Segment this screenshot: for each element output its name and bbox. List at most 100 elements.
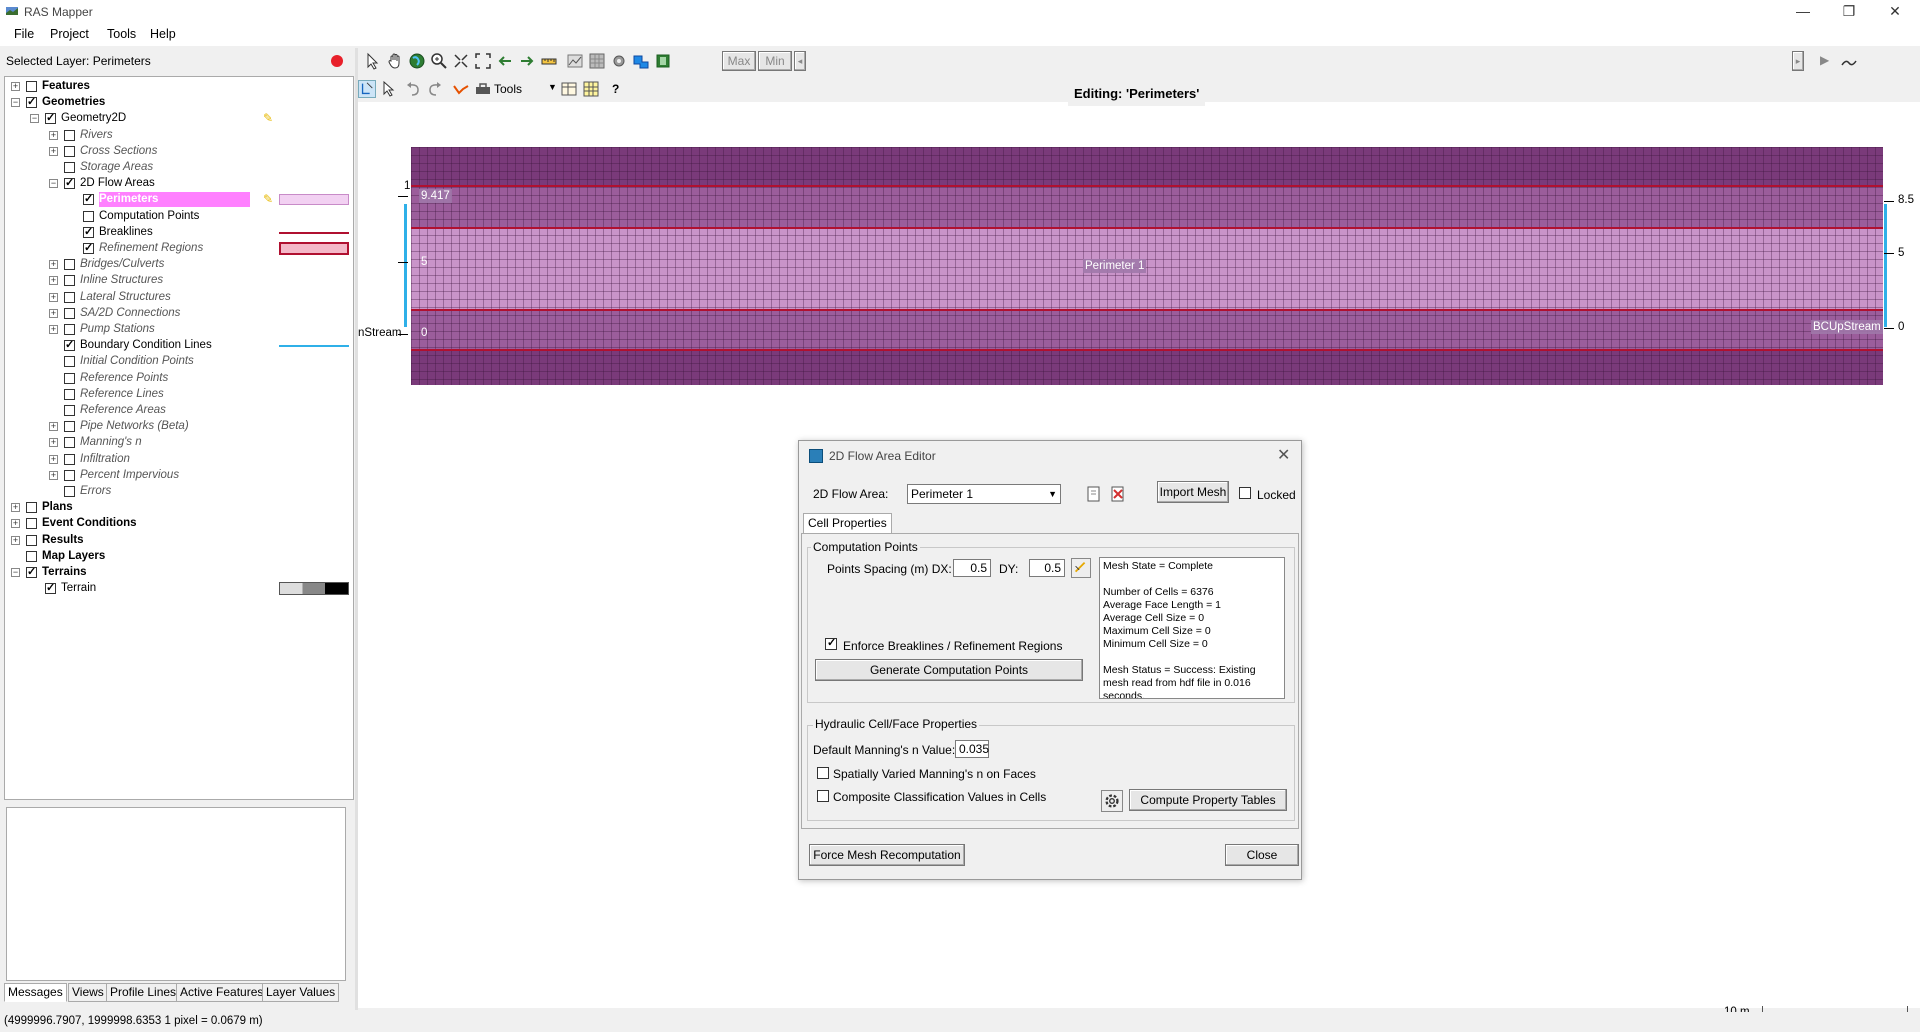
tree-item[interactable]: Computation Points [5,209,351,224]
pan-hand-icon[interactable] [386,52,404,70]
layer-checkbox[interactable] [26,550,37,562]
layer-checkbox[interactable] [64,469,75,481]
tree-item[interactable]: − Geometry2D ✎ [5,111,351,126]
layer-checkbox[interactable] [64,388,75,400]
expand-icon[interactable]: + [49,325,58,334]
slider-left-icon[interactable]: ◂ [794,51,806,71]
tree-item[interactable]: + Infiltration [5,452,351,467]
tree-item[interactable]: Reference Areas [5,403,351,418]
measure-icon[interactable] [540,52,558,70]
layer-checkbox[interactable] [26,534,37,546]
table-icon[interactable] [560,80,578,98]
layer-checkbox[interactable] [45,581,56,596]
tree-item[interactable]: + Cross Sections [5,144,351,159]
play-icon[interactable]: ▶ [1820,53,1829,67]
expand-icon[interactable]: + [49,454,58,464]
tree-item-label[interactable]: Cross Sections [80,144,157,159]
flow-area-select[interactable]: Perimeter 1 ▼ [907,484,1061,504]
tree-item[interactable]: + Pipe Networks (Beta) [5,419,351,434]
redo-icon[interactable] [426,80,444,98]
spatially-varied-checkbox[interactable] [817,767,829,779]
undo-icon[interactable] [404,80,422,98]
tree-item-label[interactable]: Terrains [42,565,87,580]
tab-views[interactable]: Views [68,983,108,1002]
generate-points-button[interactable]: Generate Computation Points [815,659,1083,681]
layer-checkbox[interactable] [64,421,75,433]
tree-item[interactable]: + Bridges/Culverts [5,257,351,272]
locked-checkbox[interactable] [1239,487,1251,499]
menu-tools[interactable]: Tools [107,27,136,41]
tree-item[interactable]: + Features [5,79,351,94]
draw-line-icon[interactable] [452,80,470,98]
tree-item-label[interactable]: Reference Points [80,371,168,386]
new-flow-area-icon[interactable] [1085,485,1103,503]
layer-checkbox[interactable] [64,129,75,141]
edit-pencil-icon[interactable]: ✎ [263,111,273,126]
bc-upstream-line[interactable] [1884,204,1887,327]
layer-checkbox[interactable] [64,486,75,497]
tree-item-label[interactable]: Percent Impervious [80,468,179,483]
forward-arrow-icon[interactable] [518,52,536,70]
layer-checkbox[interactable] [26,565,37,580]
close-button[interactable]: Close [1225,844,1299,866]
gear-icon[interactable] [1101,790,1123,812]
slider-right-icon[interactable]: ▸ [1792,51,1804,71]
expand-icon[interactable]: + [11,503,20,513]
tree-item-label[interactable]: SA/2D Connections [80,306,180,321]
layer-checkbox[interactable] [45,111,56,126]
tree-item-label[interactable]: Map Layers [42,549,105,564]
pointer-icon[interactable] [364,52,382,70]
tree-item[interactable]: Breaklines [5,225,351,240]
expand-icon[interactable]: + [11,519,20,529]
layer-checkbox[interactable] [64,437,75,449]
maximize-button[interactable]: ❐ [1826,0,1872,24]
layer-checkbox[interactable] [64,307,75,319]
back-arrow-icon[interactable] [496,52,514,70]
tree-item-label[interactable]: Reference Areas [80,403,166,418]
tree-item-label[interactable]: Event Conditions [42,516,137,531]
expand-icon[interactable]: + [11,535,20,545]
full-extent-icon[interactable] [474,52,492,70]
collapse-icon[interactable]: − [30,114,39,124]
layer-checkbox[interactable] [64,372,75,384]
layer-checkbox[interactable] [83,192,94,207]
layer-checkbox[interactable] [64,338,75,353]
layer-checkbox[interactable] [64,324,75,335]
expand-icon[interactable]: + [11,82,20,91]
expand-icon[interactable]: + [49,276,58,286]
min-button[interactable]: Min [758,51,792,71]
tree-item-label[interactable]: 2D Flow Areas [80,176,155,191]
tab-active-features[interactable]: Active Features [176,983,268,1002]
tree-item[interactable]: + Results [5,533,351,548]
tools-icon[interactable] [474,80,492,98]
settings-gear-icon[interactable] [610,52,628,70]
tree-item[interactable]: + Percent Impervious [5,468,351,483]
layer-checkbox[interactable] [64,162,75,173]
tools-menu[interactable]: Tools [494,82,522,96]
import-mesh-button[interactable]: Import Mesh [1157,481,1229,503]
delete-flow-area-icon[interactable] [1109,485,1127,503]
expand-icon[interactable]: + [49,470,58,480]
tree-item[interactable]: Reference Lines [5,387,351,402]
profile-icon[interactable] [566,52,584,70]
tree-item[interactable]: + Lateral Structures [5,290,351,305]
tree-item[interactable]: Boundary Condition Lines [5,338,351,353]
layer-checkbox[interactable] [64,275,75,287]
tree-item[interactable]: − Geometries [5,95,351,110]
layer-checkbox[interactable] [26,518,37,530]
max-button[interactable]: Max [722,51,756,71]
tree-item[interactable]: Map Layers [5,549,351,564]
expand-icon[interactable]: + [49,130,58,140]
edit-polygon-icon[interactable] [358,80,376,98]
dx-input[interactable]: 0.5 [953,559,991,577]
expand-icon[interactable]: + [49,260,58,270]
layer-checkbox[interactable] [64,145,75,157]
tab-cell-properties[interactable]: Cell Properties [803,513,892,533]
tree-item[interactable]: Terrain [5,581,351,596]
tree-item-label[interactable]: Terrain [61,581,96,596]
expand-icon[interactable]: + [49,308,58,318]
minimize-button[interactable]: — [1780,0,1826,24]
force-mesh-recomputation-button[interactable]: Force Mesh Recomputation [809,844,965,866]
tree-item-label[interactable]: Boundary Condition Lines [80,338,212,353]
globe-icon[interactable] [408,52,426,70]
